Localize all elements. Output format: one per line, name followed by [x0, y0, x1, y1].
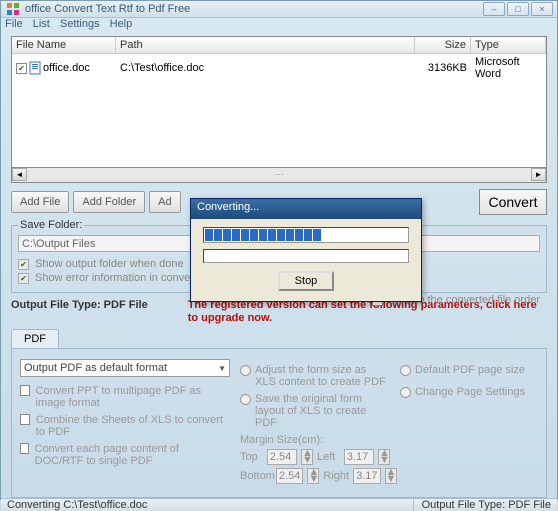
progress-bar: [203, 227, 409, 243]
cell-path: C:\Test\office.doc: [116, 55, 415, 81]
xls-combine-checkbox[interactable]: [20, 414, 30, 425]
status-left: Converting C:\Test\office.doc: [7, 499, 413, 511]
stop-button[interactable]: Stop: [278, 271, 334, 291]
default-size-label: Default PDF page size: [415, 364, 525, 376]
menu-help[interactable]: Help: [110, 18, 133, 30]
horizontal-scrollbar[interactable]: ◄ ⋯ ►: [11, 168, 547, 183]
eachpage-checkbox[interactable]: [20, 443, 29, 454]
ppt-checkbox[interactable]: [20, 385, 30, 396]
output-type-label: Output File Type: PDF File: [11, 299, 148, 311]
margin-right-label: Right: [323, 470, 349, 482]
save-folder-legend: Save Folder:: [18, 219, 84, 231]
show-error-label: Show error information in convers: [35, 272, 199, 284]
options-right-col: Default PDF page size Change Page Settin…: [400, 359, 538, 487]
margin-size-label: Margin Size(cm):: [240, 434, 390, 446]
margin-bottom-label: Bottom: [240, 470, 272, 482]
progress-bar-secondary: [203, 249, 409, 263]
margin-left-input[interactable]: 3.17: [344, 449, 374, 465]
change-page-label: Change Page Settings: [415, 386, 525, 398]
margin-top-input[interactable]: 2.54: [267, 449, 297, 465]
margin-right-input[interactable]: 3.17: [353, 468, 380, 484]
margin-bottom-input[interactable]: 2.54: [276, 468, 303, 484]
options-tabs: PDF: [11, 329, 547, 349]
default-size-radio[interactable]: [400, 365, 411, 376]
table-row[interactable]: ✔ office.doc C:\Test\office.doc 3136KB M…: [12, 54, 546, 82]
converting-dialog: Converting... Stop: [190, 198, 422, 302]
app-icon: [5, 1, 21, 17]
row-checkbox[interactable]: ✔: [16, 63, 27, 74]
options-mid-col: Adjust the form size as XLS content to c…: [240, 359, 390, 487]
menu-file[interactable]: File: [5, 18, 23, 30]
col-size[interactable]: Size: [415, 37, 471, 53]
col-filename[interactable]: File Name: [12, 37, 116, 53]
show-folder-label: Show output folder when done: [35, 258, 184, 270]
options-left-col: Output PDF as default format ▼ Convert P…: [20, 359, 230, 487]
dialog-body: Stop: [191, 219, 421, 301]
window-title: office Convert Text Rtf to Pdf Free: [25, 3, 483, 15]
close-button[interactable]: ×: [531, 2, 553, 16]
status-right: Output File Type: PDF File: [413, 499, 551, 511]
menu-list[interactable]: List: [33, 18, 50, 30]
tab-pdf[interactable]: PDF: [11, 329, 59, 348]
minimize-button[interactable]: –: [483, 2, 505, 16]
chevron-down-icon: ▼: [218, 364, 226, 373]
scroll-right-icon[interactable]: ►: [531, 168, 546, 181]
scroll-track[interactable]: ⋯: [27, 168, 531, 182]
ad-button[interactable]: Ad: [149, 191, 180, 213]
margin-left-label: Left: [317, 451, 340, 463]
dialog-title: Converting...: [191, 199, 421, 219]
margin-right-spinner[interactable]: ▲▼: [385, 468, 397, 484]
eachpage-label: Convert each page content of DOC/RTF to …: [35, 443, 230, 467]
menubar: File List Settings Help: [1, 18, 557, 30]
menu-settings[interactable]: Settings: [60, 18, 100, 30]
change-page-radio[interactable]: [400, 387, 411, 398]
combo-value: Output PDF as default format: [24, 362, 167, 374]
cell-type: Microsoft Word: [471, 55, 546, 81]
add-file-button[interactable]: Add File: [11, 191, 69, 213]
scroll-left-icon[interactable]: ◄: [12, 168, 27, 181]
show-error-checkbox[interactable]: ✔: [18, 273, 29, 284]
xls-combine-label: Combine the Sheets of XLS to convert to …: [36, 414, 230, 438]
titlebar: office Convert Text Rtf to Pdf Free – □ …: [1, 1, 557, 18]
adjust-form-radio[interactable]: [240, 365, 251, 376]
convert-button[interactable]: Convert: [479, 189, 547, 215]
margin-top-label: Top: [240, 451, 263, 463]
window-controls: – □ ×: [483, 2, 553, 16]
adjust-form-label: Adjust the form size as XLS content to c…: [255, 364, 390, 388]
show-folder-checkbox[interactable]: ✔: [18, 259, 29, 270]
pdf-options-panel: Output PDF as default format ▼ Convert P…: [11, 349, 547, 498]
save-layout-label: Save the original form layout of XLS to …: [255, 393, 390, 429]
table-header: File Name Path Size Type: [12, 37, 546, 54]
margin-top-spinner[interactable]: ▲▼: [301, 449, 313, 465]
ppt-label: Convert PPT to multipage PDF as image fo…: [36, 385, 230, 409]
margin-bottom-spinner[interactable]: ▲▼: [307, 468, 319, 484]
cell-filename: office.doc: [43, 62, 90, 74]
add-folder-button[interactable]: Add Folder: [73, 191, 145, 213]
table-body: ✔ office.doc C:\Test\office.doc 3136KB M…: [12, 54, 546, 167]
word-doc-icon: [29, 61, 43, 75]
col-type[interactable]: Type: [471, 37, 546, 53]
col-path[interactable]: Path: [116, 37, 415, 53]
file-table: File Name Path Size Type ✔ office.doc C:…: [11, 36, 547, 168]
output-format-combo[interactable]: Output PDF as default format ▼: [20, 359, 230, 377]
margin-left-spinner[interactable]: ▲▼: [378, 449, 390, 465]
save-layout-radio[interactable]: [240, 394, 251, 405]
maximize-button[interactable]: □: [507, 2, 529, 16]
cell-size: 3136KB: [415, 55, 471, 81]
